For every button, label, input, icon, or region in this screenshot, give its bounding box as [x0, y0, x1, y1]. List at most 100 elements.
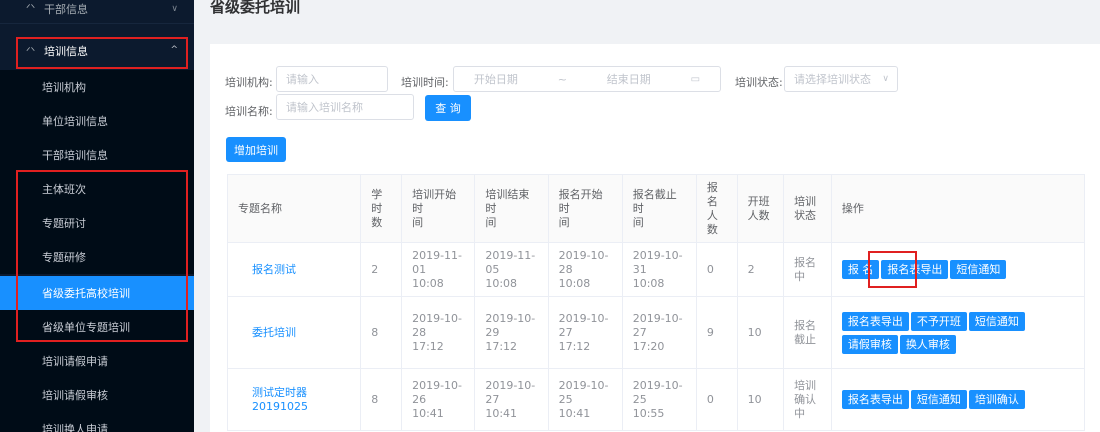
date-range-picker[interactable]: 开始日期 ~ 结束日期 ▭ [453, 66, 721, 92]
menu-group-cadre-info[interactable]: ᐟᐠ 干部信息 ∨ [0, 0, 194, 24]
group-icon: ᐟᐠ [26, 2, 36, 15]
column-header: 培训 状态 [783, 174, 832, 243]
start-date-placeholder: 开始日期 [473, 73, 518, 86]
row-action-button[interactable]: 报名表导出 [841, 311, 909, 331]
sidebar-item[interactable]: 主体班次 [0, 172, 194, 206]
column-header-label: 报名 人数 [706, 180, 718, 236]
row-action-button[interactable]: 短信通知 [968, 311, 1025, 331]
cell-value: 10 [747, 325, 762, 339]
name-input[interactable]: 请输入培训名称 [276, 94, 414, 120]
sidebar-item[interactable]: 干部培训信息 [0, 138, 194, 172]
row-action-button[interactable]: 报 名 [841, 260, 880, 279]
end-date-placeholder: 结束日期 [606, 73, 651, 86]
cell-value: 0 [706, 392, 714, 406]
sidebar-item[interactable]: 单位培训信息 [0, 104, 194, 138]
row-action-button[interactable]: 短信通知 [910, 390, 967, 409]
table-cell: 报名 中 [783, 242, 832, 297]
sidebar-item-label: 省级单位专题培训 [42, 321, 130, 334]
training-name-link[interactable]: 报名测试 [252, 263, 296, 276]
sidebar-item[interactable]: 省级单位专题培训 [0, 310, 194, 344]
add-training-button[interactable]: 增加培训 [226, 137, 286, 162]
column-header: 专题名称 [226, 174, 362, 243]
cell-value: 9 [706, 325, 714, 339]
cell-value: 2 [747, 262, 755, 276]
sidebar-item-label: 培训换人申请 [42, 423, 108, 432]
chevron-down-icon: ∨ [171, 4, 178, 14]
cell-value: 2019-10-29 17:12 [485, 311, 536, 353]
cell-value: 2019-10-27 17:20 [632, 311, 683, 353]
name-label: 培训名称: [225, 105, 273, 118]
time-label: 培训时间: [401, 76, 449, 89]
row-action-button[interactable]: 短信通知 [950, 260, 1007, 279]
row-action-button[interactable]: 请假审核 [841, 334, 898, 354]
sidebar-item-label: 培训请假申请 [42, 355, 108, 368]
table-cell: 2019-10-31 10:08 [622, 242, 697, 297]
row-action-button[interactable]: 报名表导出 [841, 390, 909, 409]
cell-value: 8 [371, 325, 379, 339]
sidebar-item[interactable]: 专题研修 [0, 240, 194, 274]
row-action-button[interactable]: 报名表导出 [881, 260, 949, 279]
cell-value: 2019-10-25 10:55 [632, 378, 683, 420]
sidebar-item[interactable]: 省级委托高校培训 [0, 276, 194, 310]
column-header: 培训结束时 间 [474, 174, 549, 243]
table-cell: 2019-10-25 10:41 [548, 368, 623, 431]
cell-value: 2019-10-28 17:12 [412, 311, 463, 353]
sidebar-item-label: 主体班次 [42, 183, 86, 196]
cell-value: 8 [371, 392, 379, 406]
table-cell: 2019-10-27 10:41 [474, 368, 549, 431]
table-cell: 2019-10-26 10:41 [401, 368, 476, 431]
row-action-button[interactable]: 培训确认 [968, 390, 1025, 409]
sidebar-item[interactable]: 培训换人申请 [0, 412, 194, 432]
cell-value: 2019-10-28 10:08 [558, 248, 609, 290]
column-header-label: 培训结束时 间 [485, 187, 530, 229]
sidebar-item-label: 干部培训信息 [42, 149, 108, 162]
column-header-label: 专题名称 [238, 201, 282, 215]
cell-value: 2019-11-05 10:08 [485, 248, 536, 290]
table-cell: 2019-10-27 17:12 [548, 296, 623, 369]
sidebar-item-label: 培训机构 [42, 81, 86, 94]
training-table: 专题名称学 时 数培训开始时 间培训结束时 间报名开始时 间报名截止时 间报名 … [226, 174, 1086, 431]
table-cell: 委托培训 [226, 296, 362, 369]
table-header-row: 专题名称 学 时 数 培训开始时 间培训结束时 间报名开始时 间报名截止时 间 报名 … [226, 174, 1086, 243]
actions-cell: 报 名报名表导出 短信通知 [831, 242, 1086, 297]
org-input-placeholder: 请输入 [286, 73, 319, 86]
name-input-placeholder: 请输入培训名称 [286, 101, 363, 114]
cell-value: 2019-10-27 17:12 [558, 311, 609, 353]
org-input[interactable]: 请输入 [276, 66, 388, 92]
status-select[interactable]: 请选择培训状态 ∨ [784, 66, 898, 92]
search-button[interactable]: 查 询 [425, 95, 471, 121]
calendar-icon: ▭ [690, 73, 701, 85]
sidebar: ᐟᐠ 干部信息 ∨ ᐟᐠ 培训信息 ^ 培训机构单位培训信息干部培训信息 主体班次… [0, 0, 194, 432]
row-action-button[interactable]: 不予开班 [910, 311, 967, 331]
cell-value: 0 [706, 262, 714, 276]
table-cell: 培训 确认 中 [783, 368, 832, 431]
sidebar-item[interactable]: 培训机构 [0, 70, 194, 104]
table-cell: 8 [360, 368, 403, 431]
sidebar-item[interactable]: 培训请假审核 [0, 378, 194, 412]
column-header: 开班 人数 [737, 174, 785, 243]
column-header-label: 操作 [841, 201, 864, 215]
table-cell: 2019-10-29 17:12 [474, 296, 549, 369]
training-name-link[interactable]: 委托培训 [252, 326, 296, 339]
table-cell: 10 [737, 296, 785, 369]
chevron-down-icon: ∨ [882, 74, 889, 84]
table-row: 测试定时器20191025 8 2019-10-26 10:41 2019-10-27… [226, 368, 1086, 431]
cell-value: 2 [371, 262, 379, 276]
sidebar-item[interactable]: 专题研讨 [0, 206, 194, 240]
row-action-button[interactable]: 换人审核 [899, 334, 956, 354]
table-cell: 2 [737, 242, 785, 297]
table-cell: 2019-11-05 10:08 [474, 242, 549, 297]
column-header: 报名 人数 [696, 174, 738, 243]
sidebar-item[interactable]: 培训请假申请 [0, 344, 194, 378]
sidebar-item-label: 省级委托高校培训 [42, 287, 130, 300]
column-header: 报名开始时 间 [548, 174, 623, 243]
column-header: 操作 [831, 174, 1086, 243]
training-name-link[interactable]: 测试定时器20191025 [252, 386, 308, 413]
menu-group-training-info[interactable]: ᐟᐠ 培训信息 ^ [0, 33, 194, 69]
table-cell: 2 [360, 242, 403, 297]
cell-value: 2019-10-27 10:41 [485, 378, 536, 420]
column-header-label: 学 时 数 [371, 187, 383, 229]
page-title: 省级委托培训 [210, 0, 301, 16]
org-label: 培训机构: [225, 76, 273, 89]
cell-value: 2019-10-31 10:08 [632, 248, 683, 290]
